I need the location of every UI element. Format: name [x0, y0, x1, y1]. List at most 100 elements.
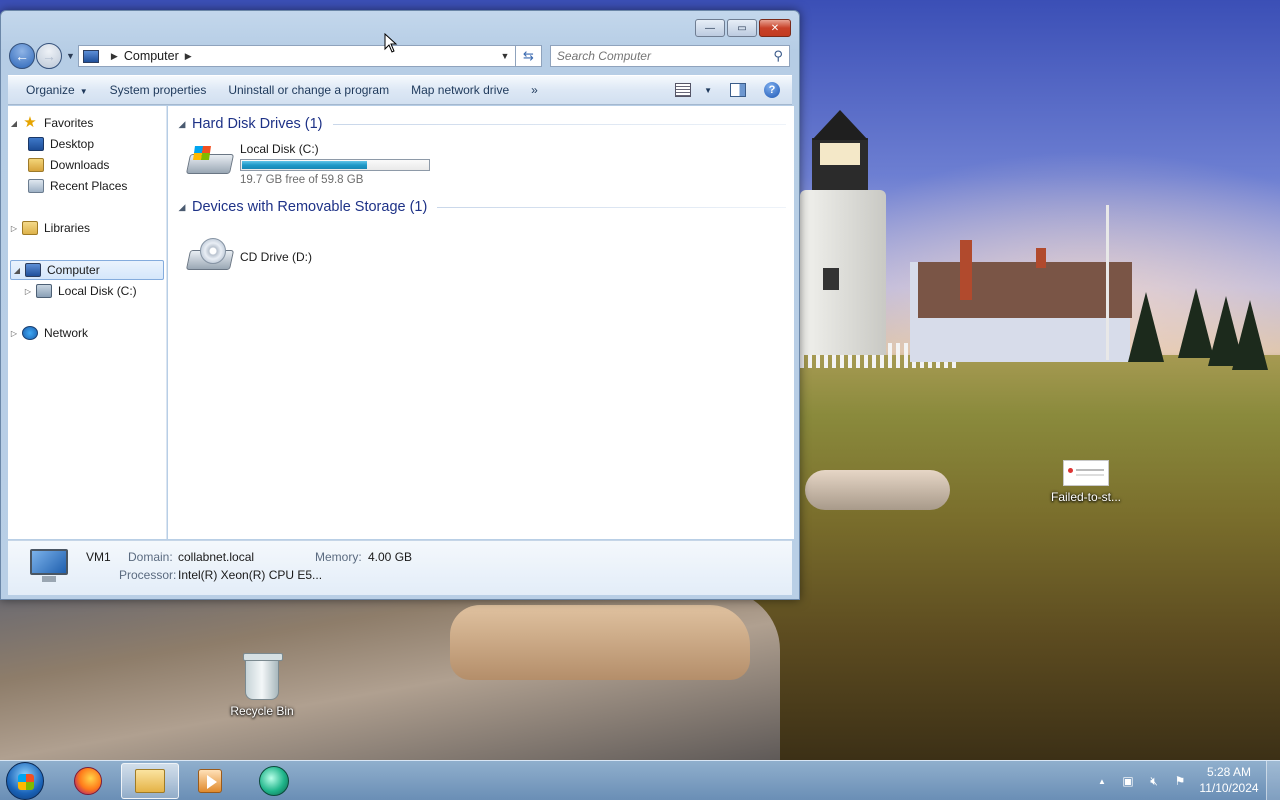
expanded-triangle-icon[interactable]: ◢ — [11, 266, 23, 275]
nav-item-label: Recent Places — [50, 179, 128, 193]
taskbar-media-player[interactable] — [181, 763, 239, 799]
action-center-flag-icon[interactable]: ⚑ — [1172, 774, 1188, 788]
navigation-pane: ◢ ★ Favorites Desktop Downloads Recent P… — [8, 106, 167, 539]
nav-item-desktop[interactable]: Desktop — [8, 134, 164, 154]
search-input[interactable] — [556, 49, 774, 63]
preview-pane-icon[interactable] — [730, 83, 746, 97]
nav-item-label: Desktop — [50, 137, 95, 151]
nav-item-label: Local Disk (C:) — [58, 284, 137, 298]
help-icon[interactable]: ? — [764, 82, 780, 98]
volume-muted-icon[interactable]: 🔇︎ — [1146, 774, 1162, 788]
group-header-label: Devices with Removable Storage (1) — [192, 199, 428, 215]
desktop-icon-recycle-bin[interactable]: Recycle Bin — [219, 653, 305, 718]
computer-icon — [25, 263, 41, 277]
desktop-icon-label: Failed-to-st... — [1050, 490, 1122, 504]
minimize-button[interactable]: — — [695, 19, 725, 37]
libraries-icon — [22, 221, 38, 235]
change-view-button[interactable]: ▼ — [675, 83, 712, 97]
nav-item-label: Computer — [47, 263, 100, 277]
recycle-bin-icon — [243, 653, 283, 700]
drive-name: CD Drive (D:) — [240, 250, 312, 264]
group-header-removable-storage[interactable]: ◢ Devices with Removable Storage (1) — [176, 197, 786, 217]
wallpaper-lighthouse-roof — [812, 110, 868, 140]
disk-usage-bar — [240, 159, 430, 171]
desktop-icon-label: Recycle Bin — [230, 704, 294, 718]
drive-free-space: 19.7 GB free of 59.8 GB — [240, 174, 364, 186]
desktop-icon-failed-file[interactable]: Failed-to-st... — [1043, 460, 1129, 504]
address-dropdown[interactable]: ▼ — [495, 51, 515, 61]
search-box[interactable]: ⚲ — [549, 45, 790, 67]
window-controls: — ▭ ✕ — [695, 19, 791, 37]
windows-logo-icon — [193, 146, 211, 160]
drive-cd-d[interactable]: CD Drive (D:) — [185, 238, 312, 272]
disk-usage-fill — [242, 161, 367, 169]
group-divider — [437, 206, 786, 208]
uninstall-program-button[interactable]: Uninstall or change a program — [220, 83, 403, 97]
hard-disk-icon — [36, 284, 52, 298]
media-player-icon — [198, 769, 222, 793]
refresh-icon: ⇆ — [522, 48, 534, 63]
breadcrumb-chevron-icon[interactable]: ▶ — [111, 51, 118, 62]
expanded-triangle-icon[interactable]: ◢ — [8, 119, 20, 128]
clock[interactable]: 5:28 AM 11/10/2024 — [1194, 764, 1264, 796]
back-button[interactable]: ← — [9, 43, 35, 69]
breadcrumb-chevron-icon[interactable]: ▶ — [185, 51, 192, 62]
show-desktop-button[interactable] — [1266, 761, 1280, 800]
nav-item-favorites[interactable]: ◢ ★ Favorites — [8, 113, 164, 133]
nav-item-label: Favorites — [44, 116, 94, 130]
wallpaper-rock — [450, 605, 750, 680]
desktop-icon — [28, 137, 44, 151]
wallpaper-chimney — [960, 240, 972, 300]
network-tray-icon[interactable]: ▣ — [1120, 774, 1136, 788]
organize-menu[interactable]: Organize ▼ — [18, 83, 102, 97]
nav-item-label: Network — [44, 326, 89, 340]
network-icon — [22, 326, 38, 340]
nav-item-recent-places[interactable]: Recent Places — [8, 176, 164, 196]
recent-pages-dropdown[interactable]: ▼ — [66, 51, 75, 61]
breadcrumb-computer[interactable]: Computer — [124, 49, 179, 63]
details-pane: VM1 Domain: collabnet.local Memory: 4.00… — [8, 540, 792, 595]
map-network-drive-button[interactable]: Map network drive — [403, 83, 523, 97]
show-hidden-icons-button[interactable]: ▲ — [1094, 774, 1110, 788]
arrow-right-icon: → — [42, 48, 56, 64]
processor-label: Processor: — [119, 568, 177, 582]
nav-item-network[interactable]: ▷ Network — [8, 323, 164, 343]
taskbar-explorer[interactable] — [121, 763, 179, 799]
nav-item-downloads[interactable]: Downloads — [8, 155, 164, 175]
more-commands-button[interactable]: » — [523, 83, 552, 97]
wallpaper-tree — [1232, 300, 1268, 370]
group-header-hard-disk-drives[interactable]: ◢ Hard Disk Drives (1) — [176, 114, 786, 134]
firefox-icon — [74, 767, 102, 795]
search-icon[interactable]: ⚲ — [773, 48, 783, 64]
start-button[interactable] — [6, 762, 44, 800]
collapsed-triangle-icon[interactable]: ▷ — [8, 329, 20, 338]
computer-icon — [82, 49, 99, 63]
address-bar[interactable]: ▶ Computer ▶ ▼ — [77, 45, 516, 67]
document-thumbnail-icon — [1063, 460, 1109, 486]
taskbar-firefox[interactable] — [59, 763, 117, 799]
app-icon — [259, 766, 289, 796]
wallpaper-lighthouse — [800, 190, 886, 355]
organize-label: Organize — [26, 83, 75, 97]
group-divider — [332, 123, 786, 125]
clock-date: 11/10/2024 — [1199, 781, 1259, 795]
arrow-left-icon: ← — [15, 48, 29, 64]
nav-item-local-disk[interactable]: ▷ Local Disk (C:) — [8, 281, 164, 301]
collapsed-triangle-icon[interactable]: ▷ — [22, 287, 34, 296]
nav-item-computer[interactable]: ◢ Computer — [10, 260, 164, 280]
close-button[interactable]: ✕ — [759, 19, 791, 37]
view-details-icon — [675, 83, 692, 97]
collapsed-triangle-icon[interactable]: ▷ — [8, 224, 20, 233]
forward-button[interactable]: → — [36, 43, 62, 69]
group-header-label: Hard Disk Drives (1) — [192, 116, 323, 132]
refresh-button[interactable]: ⇆ — [515, 45, 542, 67]
drive-local-disk-c[interactable]: Local Disk (C:) 19.7 GB free of 59.8 GB — [185, 142, 430, 186]
taskbar-app[interactable] — [245, 763, 303, 799]
expanded-triangle-icon: ◢ — [178, 118, 186, 129]
maximize-button[interactable]: ▭ — [727, 19, 757, 37]
nav-item-libraries[interactable]: ▷ Libraries — [8, 218, 164, 238]
cd-drive-icon — [185, 238, 235, 272]
system-properties-button[interactable]: System properties — [102, 83, 221, 97]
processor-value: Intel(R) Xeon(R) CPU E5... — [178, 568, 323, 582]
computer-name: VM1 — [86, 550, 111, 564]
